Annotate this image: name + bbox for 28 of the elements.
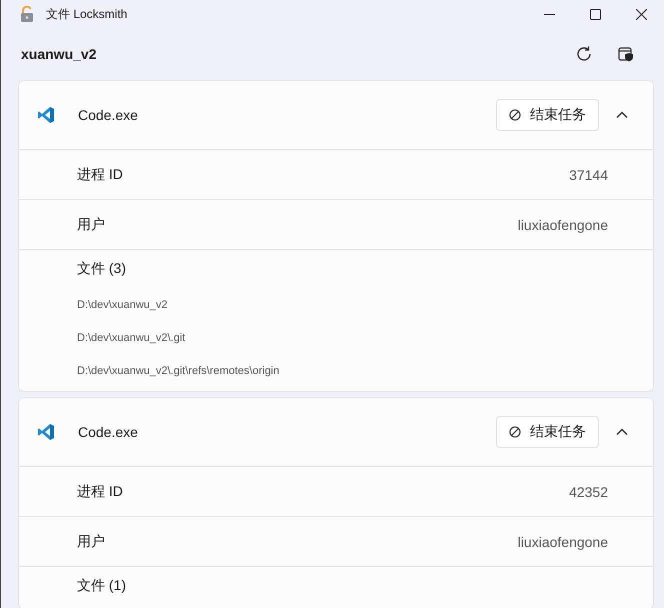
code-editor-icon xyxy=(37,106,55,124)
prohibited-icon xyxy=(509,426,521,438)
field-label: 用户 xyxy=(77,216,105,234)
process-name: Code.exe xyxy=(78,424,138,440)
field-label: 进程 ID xyxy=(77,482,123,500)
file-path: D:\dev\xuanwu_v2\.git\refs\remotes\origin xyxy=(77,365,280,377)
field-label: 进程 ID xyxy=(77,166,123,184)
field-value: liuxiaofengone xyxy=(518,534,608,550)
window-shield-icon xyxy=(617,45,635,63)
end-task-button[interactable]: 结束任务 xyxy=(496,416,599,448)
files-label: 文件 (3) xyxy=(77,260,126,278)
field-label: 用户 xyxy=(77,532,105,550)
files-label: 文件 (1) xyxy=(77,577,126,595)
file-path: D:\dev\xuanwu_v2\.git xyxy=(77,332,186,344)
close-icon xyxy=(636,8,646,20)
file-path: D:\dev\xuanwu_v2 xyxy=(77,299,168,311)
process-name: Code.exe xyxy=(78,107,138,123)
window-title: 文件 Locksmith xyxy=(46,6,128,22)
prohibited-icon xyxy=(509,109,521,121)
maximize-icon xyxy=(590,8,600,20)
refresh-icon xyxy=(575,45,593,63)
code-editor-icon xyxy=(37,423,55,441)
field-value: liuxiaofengone xyxy=(518,216,608,232)
end-task-button[interactable]: 结束任务 xyxy=(496,99,599,131)
padlock-icon xyxy=(20,6,34,22)
field-value: 42352 xyxy=(569,484,608,500)
folder-title: xuanwu_v2 xyxy=(21,46,96,62)
field-value: 37144 xyxy=(569,166,608,182)
